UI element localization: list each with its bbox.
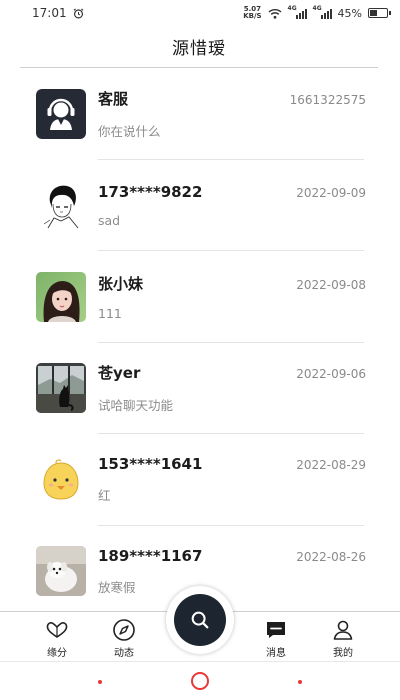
- tab-fate[interactable]: 缘分: [32, 618, 82, 659]
- white-dog-avatar: [36, 546, 86, 597]
- hearts-icon: [46, 622, 68, 638]
- tab-label: 我的: [333, 648, 353, 659]
- signal-2-icon: 4G: [313, 5, 332, 19]
- network-speed: 5.07 KB/S: [243, 5, 262, 20]
- girl-photo-avatar: [36, 271, 86, 322]
- chat-list: 客服 1661322575 你在说什么 173****9822 2022-09-…: [0, 68, 400, 608]
- chat-name: 张小妹: [98, 274, 144, 293]
- sketch-boy-avatar: [36, 180, 86, 231]
- chat-preview: sad: [98, 212, 121, 228]
- status-time: 17:01: [32, 6, 67, 20]
- tab-messages[interactable]: 消息: [251, 618, 301, 659]
- compass-icon: [113, 619, 135, 641]
- chat-time: 2022-09-09: [296, 185, 366, 200]
- chick-avatar: [36, 454, 86, 505]
- wifi-icon: [268, 8, 282, 19]
- chat-preview: 你在说什么: [98, 123, 161, 139]
- tab-label: 消息: [266, 648, 286, 659]
- header: 源惜瑷: [20, 26, 378, 68]
- system-nav-bar: [0, 661, 400, 700]
- chat-time: 2022-08-29: [296, 458, 366, 473]
- tab-moments[interactable]: 动态: [99, 618, 149, 659]
- chat-name: 苍yer: [98, 364, 141, 383]
- alarm-icon: [73, 7, 84, 18]
- chat-item[interactable]: 173****9822 2022-09-09 sad: [0, 160, 400, 252]
- nav-recents-button[interactable]: [298, 680, 302, 684]
- status-bar: 17:01 5.07 KB/S 4G 4G 45%: [0, 0, 400, 26]
- chat-preview: 111: [98, 305, 122, 321]
- chat-name: 189****1167: [98, 546, 203, 565]
- person-icon: [333, 620, 353, 640]
- chat-time: 2022-09-08: [296, 277, 366, 292]
- message-icon: [267, 622, 285, 638]
- search-icon: [191, 611, 209, 629]
- chat-item[interactable]: 苍yer 2022-09-06 试哈聊天功能: [0, 343, 400, 435]
- chat-time: 2022-08-26: [296, 549, 366, 564]
- support-agent-avatar: [36, 88, 86, 139]
- chat-preview: 红: [98, 488, 111, 504]
- nav-home-button[interactable]: [191, 672, 209, 690]
- nav-back-button[interactable]: [98, 680, 102, 684]
- chat-name: 153****1641: [98, 455, 203, 474]
- tab-profile[interactable]: 我的: [318, 618, 368, 659]
- chat-time: 1661322575: [289, 92, 366, 107]
- chat-item[interactable]: 153****1641 2022-08-29 红: [0, 434, 400, 526]
- chat-preview: 放寒假: [98, 579, 136, 595]
- battery-icon: [368, 8, 391, 18]
- chat-name: 客服: [98, 89, 129, 108]
- page-title: 源惜瑷: [172, 39, 226, 59]
- search-button[interactable]: [166, 586, 234, 654]
- chat-time: 2022-09-06: [296, 367, 366, 382]
- tab-label: 缘分: [47, 648, 67, 659]
- battery-percent: 45%: [337, 6, 362, 20]
- chat-item[interactable]: 张小妹 2022-09-08 111: [0, 251, 400, 343]
- cat-window-avatar: [36, 363, 86, 414]
- chat-preview: 试哈聊天功能: [98, 398, 174, 414]
- chat-item-support[interactable]: 客服 1661322575 你在说什么: [0, 68, 400, 160]
- signal-1-icon: 4G: [288, 5, 307, 19]
- tab-label: 动态: [114, 648, 134, 659]
- chat-name: 173****9822: [98, 182, 203, 201]
